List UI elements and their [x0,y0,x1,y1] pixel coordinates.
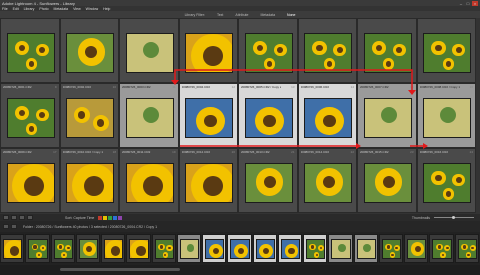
arrow-top-head-right [408,90,416,95]
color-label-green[interactable] [108,215,113,220]
arrow-bottom-head [356,143,361,149]
filmstrip-scrollbar-area [0,265,480,275]
filmstrip-thumbnail[interactable] [230,239,250,259]
arrow-top-path [174,69,413,92]
filmstrip-thumbnail[interactable] [356,239,376,259]
filmstrip-thumbnail[interactable] [28,239,48,259]
filmstrip-thumbnail[interactable] [306,239,326,259]
filmstrip-back-button[interactable] [11,224,17,229]
filmstrip-cell[interactable] [429,234,454,263]
filmstrip-cell[interactable] [202,234,227,263]
filmstrip-cell[interactable] [227,234,252,263]
color-label-blue[interactable] [113,215,118,220]
slider-knob[interactable] [452,216,455,219]
filmstrip-cell[interactable] [252,234,277,263]
grid-view-button[interactable] [3,215,9,220]
filmstrip-thumbnail[interactable] [104,239,124,259]
filmstrip-thumbnail[interactable] [53,239,73,259]
sunflower-center [387,245,391,249]
filmstrip-cell[interactable] [101,234,126,263]
filmstrip-thumbnail[interactable] [179,239,200,259]
thumbnails-label: Thumbnails [411,215,430,220]
arrow-top-head-left [171,80,179,85]
filmstrip-thumbnail[interactable] [3,239,23,259]
survey-view-button[interactable] [27,215,33,220]
sunflower-center [58,245,62,249]
filmstrip-cell[interactable] [454,234,479,263]
filmstrip-cell[interactable] [303,234,328,263]
sunflower-center [462,245,467,249]
filmstrip-thumbnail[interactable] [331,239,351,259]
filmstrip-cell[interactable] [75,234,101,263]
filmstrip-thumbnail[interactable] [255,239,275,259]
filmstrip-cell[interactable] [50,234,75,263]
filmstrip-cell[interactable] [151,234,176,263]
filmstrip-thumbnail[interactable] [407,239,427,259]
sunflower-center [414,246,421,252]
sunflower-center [9,246,20,256]
filmstrip-cell[interactable] [353,234,378,263]
color-label-red[interactable] [98,215,103,220]
filmstrip-source-info[interactable]: Folder : 20080726 / Sunflowers 40 photos… [23,225,157,229]
sunflower-center [136,246,146,256]
sunflower-center [437,245,441,249]
filmstrip-thumbnail[interactable] [205,239,225,259]
filmstrip-cell[interactable] [0,234,25,263]
loupe-view-button[interactable] [11,215,17,220]
sunflower-center [159,245,163,249]
filmstrip [0,232,480,265]
filmstrip-thumbnail[interactable] [280,239,301,259]
grid-toolbar: Sort: Capture Time Thumbnails [0,214,480,221]
thumbnail-size-slider[interactable] [434,216,474,219]
color-label-yellow[interactable] [103,215,108,220]
filmstrip-thumbnail[interactable] [381,239,402,259]
filmstrip-cell[interactable] [176,234,202,263]
sunflower-bud [338,244,346,252]
filmstrip-cell[interactable] [25,234,50,263]
arrow-right-head [423,143,428,149]
filmstrip-thumbnail[interactable] [457,239,477,259]
filmstrip-scrollbar[interactable] [60,268,180,271]
sunflower-center [391,253,394,257]
color-label-purple[interactable] [118,215,123,220]
filmstrip-cell[interactable] [378,234,404,263]
sort-label[interactable]: Sort: Capture Time [65,216,94,220]
filmstrip-cell[interactable] [328,234,353,263]
filmstrip-thumbnail[interactable] [154,239,174,259]
compare-view-button[interactable] [19,215,25,220]
filmstrip-cell[interactable] [404,234,429,263]
sunflower-center [33,245,37,249]
filmstrip-cell[interactable] [277,234,303,263]
filmstrip-grid-button[interactable] [3,224,9,229]
sunflower-bud [186,244,195,252]
sunflower-center [445,246,449,250]
filmstrip-thumbnail[interactable] [129,239,149,259]
sunflower-center [288,247,295,255]
filmstrip-thumbnail[interactable] [78,239,99,259]
filmstrip-thumbnail[interactable] [432,239,452,259]
sunflower-center [467,253,470,257]
filmstrip-header: Folder : 20080726 / Sunflowers 40 photos… [0,221,480,232]
sunflower-center [110,246,121,256]
sunflower-bud [363,244,372,252]
filmstrip-cell[interactable] [126,234,151,263]
sunflower-center [212,247,219,255]
